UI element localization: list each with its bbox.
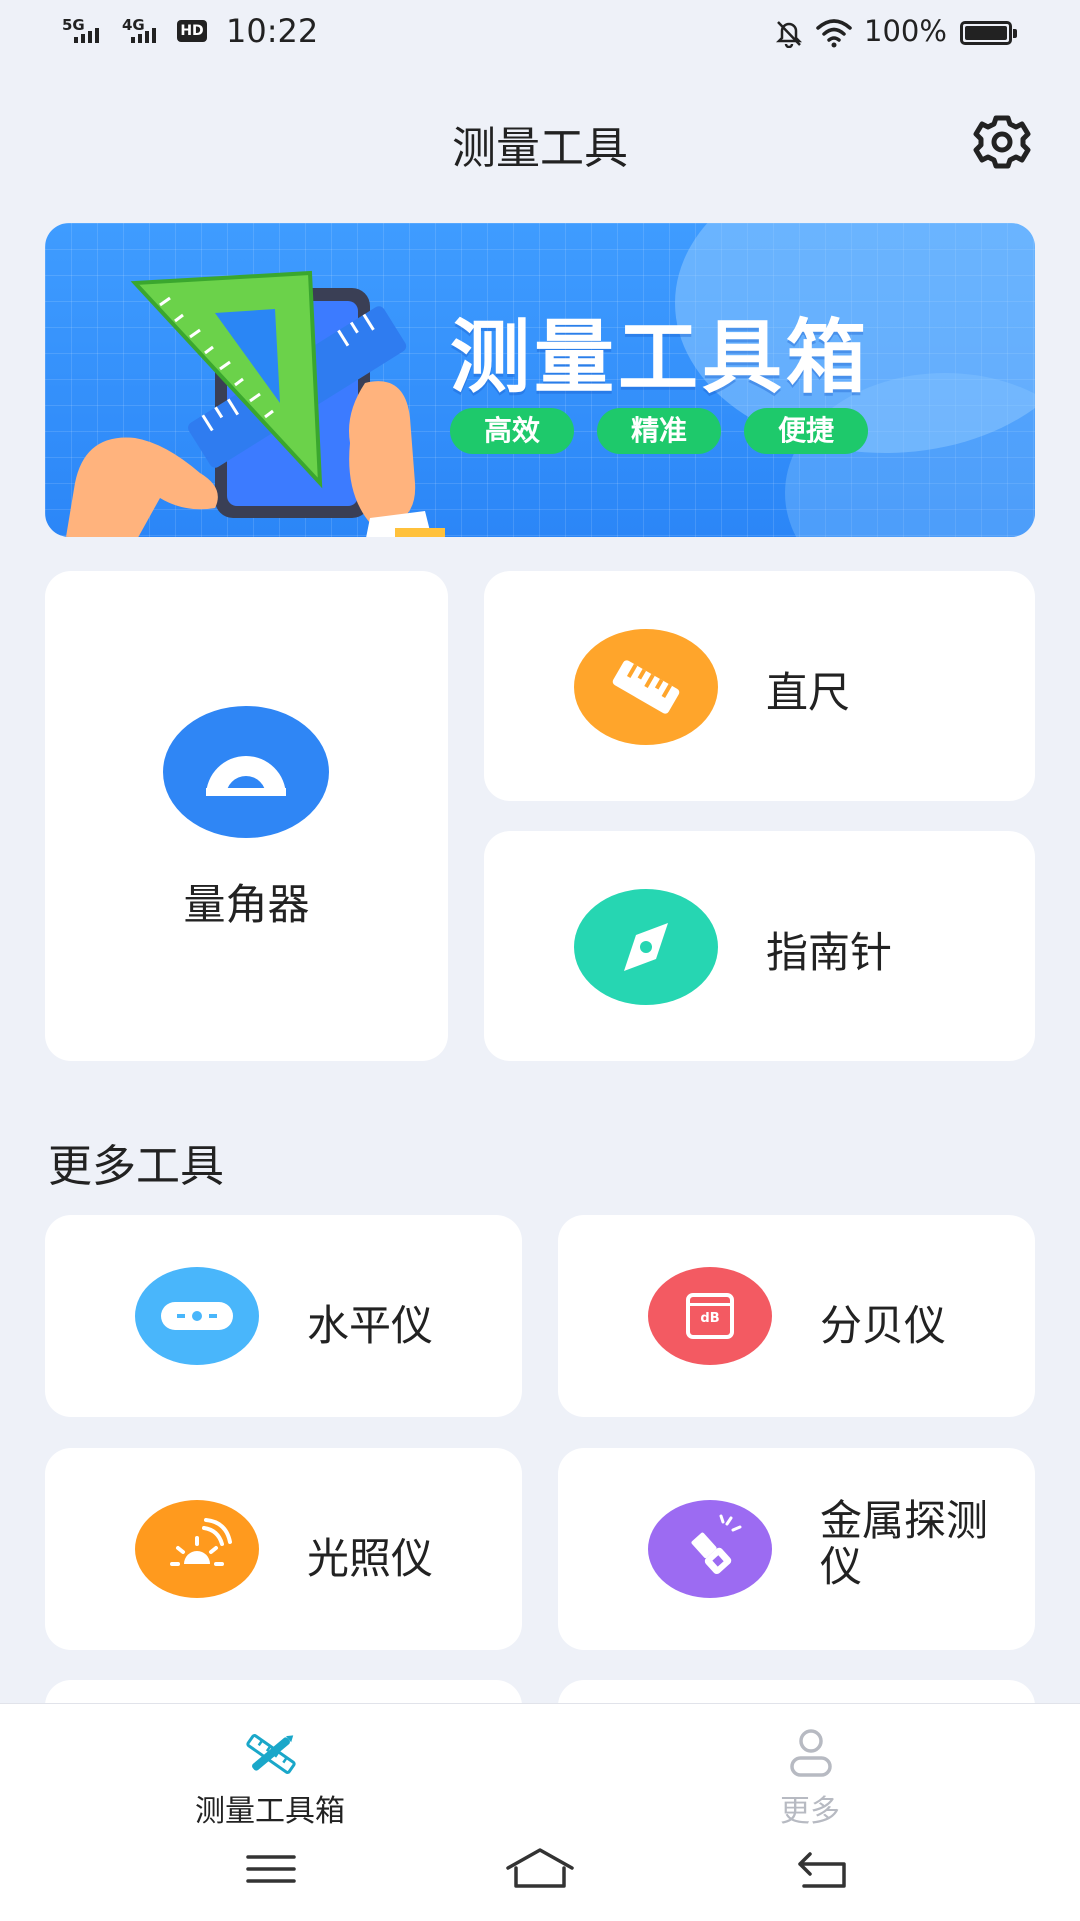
ruler-label: 直尺 xyxy=(766,668,851,717)
decibel-icon: dB xyxy=(648,1267,772,1365)
nav-label-more: 更多 xyxy=(780,1794,840,1829)
bell-muted-icon xyxy=(775,21,803,48)
battery-icon xyxy=(960,21,1017,45)
ruler-tool-card[interactable]: 直尺 xyxy=(484,571,1035,801)
protractor-label: 量角器 xyxy=(183,880,310,929)
light-meter-tool-card[interactable]: 光照仪 xyxy=(45,1448,522,1650)
level-label: 水平仪 xyxy=(307,1301,434,1350)
more-tools-heading: 更多工具 xyxy=(48,1141,224,1192)
status-time: 10:22 xyxy=(226,12,319,50)
metal-detector-icon xyxy=(648,1500,772,1598)
level-icon xyxy=(135,1267,259,1365)
compass-tool-card[interactable]: 指南针 xyxy=(484,831,1035,1061)
signal-bars-icon xyxy=(74,28,99,43)
page-title: 测量工具 xyxy=(452,123,628,174)
ruler-illustration-icon xyxy=(66,270,445,537)
nav-item-more[interactable]: 更多 xyxy=(670,1714,950,1829)
decibel-label: 分贝仪 xyxy=(820,1301,947,1350)
banner-tag: 便捷 xyxy=(744,408,868,454)
banner-tag: 高效 xyxy=(450,408,574,454)
light-meter-icon xyxy=(135,1500,259,1598)
wifi-icon xyxy=(816,19,852,48)
settings-gear-icon[interactable] xyxy=(972,112,1032,172)
nav-item-toolbox[interactable]: 测量工具箱 xyxy=(130,1714,410,1829)
battery-level xyxy=(965,26,1007,40)
level-tool-card[interactable]: 水平仪 xyxy=(45,1215,522,1417)
menu-icon[interactable] xyxy=(244,1852,298,1886)
decibel-text: dB xyxy=(700,1311,720,1326)
metal-detector-label: 金属探测仪 xyxy=(820,1496,989,1591)
metal-detector-tool-card[interactable]: 金属探测仪 xyxy=(558,1448,1035,1650)
promo-banner[interactable]: 测量工具箱 高效 精准 便捷 xyxy=(45,223,1035,537)
banner-title: 测量工具箱 xyxy=(450,311,870,404)
protractor-icon xyxy=(163,706,329,838)
home-icon[interactable] xyxy=(504,1846,576,1890)
compass-icon xyxy=(574,889,718,1005)
decibel-meter-frame: dB xyxy=(686,1293,734,1339)
bottom-navigation: 测量工具箱 更多 xyxy=(0,1703,1080,1921)
nav-label-toolbox: 测量工具箱 xyxy=(195,1794,345,1829)
decibel-meter-line xyxy=(690,1303,730,1306)
hd-badge: HD xyxy=(177,20,207,42)
battery-percent: 100% xyxy=(864,14,947,48)
back-icon[interactable] xyxy=(796,1848,852,1890)
status-bar: 5G 4G HD 10:22 100% xyxy=(0,0,1080,66)
toolbox-nav-icon xyxy=(246,1734,296,1774)
decibel-tool-card[interactable]: dB 分贝仪 xyxy=(558,1215,1035,1417)
ruler-icon xyxy=(574,629,718,745)
user-profile-icon xyxy=(790,1729,832,1777)
light-meter-label: 光照仪 xyxy=(307,1534,434,1583)
protractor-tool-card[interactable]: 量角器 xyxy=(45,571,448,1061)
banner-tag: 精准 xyxy=(597,408,721,454)
compass-label: 指南针 xyxy=(766,928,893,977)
signal-bars-icon xyxy=(131,28,156,43)
